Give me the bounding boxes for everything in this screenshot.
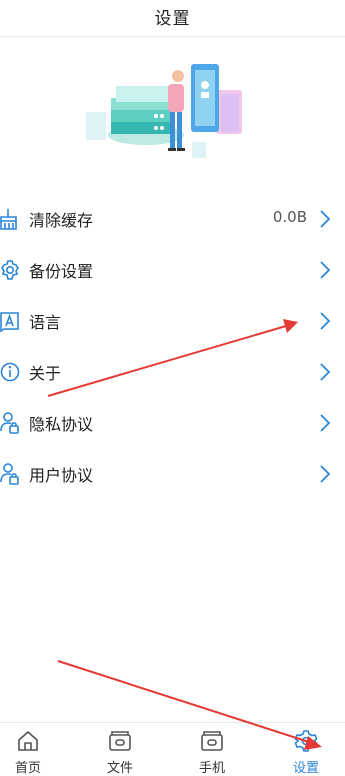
- menu-item-privacy-policy[interactable]: 隐私协议: [0, 398, 345, 449]
- tab-files[interactable]: 文件: [85, 723, 155, 776]
- cache-size-value: 0.0B: [272, 208, 307, 226]
- chevron-right-icon: [320, 261, 331, 279]
- menu-item-label: 备份设置: [29, 262, 94, 281]
- menu-item-label: 语言: [29, 313, 62, 332]
- tab-label: 首页: [14, 761, 41, 776]
- gear-icon: [1, 260, 19, 280]
- chevron-right-icon: [320, 210, 331, 228]
- tab-label: 文件: [106, 761, 133, 776]
- menu-item-about[interactable]: 关于: [0, 347, 345, 398]
- settings-menu: 清除缓存 0.0B 备份设置 语言 关于 隐私协议 用户协议: [0, 194, 345, 500]
- chevron-right-icon: [320, 312, 331, 330]
- menu-item-user-agreement[interactable]: 用户协议: [0, 449, 345, 500]
- chevron-right-icon: [320, 363, 331, 381]
- menu-item-backup-settings[interactable]: 备份设置: [0, 245, 345, 296]
- bottom-tab-bar: 首页 文件 手机 设置: [0, 722, 345, 776]
- chevron-right-icon: [320, 414, 331, 432]
- page-title: 设置: [154, 9, 191, 29]
- folder-icon: [109, 731, 131, 751]
- user-lock-icon: [0, 463, 19, 485]
- info-icon: [0, 362, 20, 382]
- tab-phone[interactable]: 手机: [177, 723, 247, 776]
- broom-icon: [0, 209, 17, 230]
- menu-item-label: 用户协议: [29, 466, 94, 485]
- gear-icon: [294, 730, 318, 752]
- tab-label: 设置: [292, 761, 319, 776]
- tab-label: 手机: [198, 761, 225, 776]
- home-icon: [18, 731, 38, 751]
- menu-item-label: 隐私协议: [29, 415, 94, 434]
- menu-item-label: 关于: [29, 364, 62, 383]
- header-bar: 设置: [0, 0, 345, 37]
- menu-item-label: 清除缓存: [29, 211, 94, 230]
- phone-transfer-icon: [201, 731, 223, 751]
- user-lock-icon: [0, 412, 19, 434]
- menu-item-language[interactable]: 语言: [0, 296, 345, 347]
- language-icon: [0, 312, 19, 333]
- tab-settings[interactable]: 设置: [271, 723, 341, 776]
- settings-illustration: [86, 64, 242, 158]
- tab-home[interactable]: 首页: [0, 723, 63, 776]
- menu-item-clear-cache[interactable]: 清除缓存 0.0B: [0, 194, 345, 245]
- chevron-right-icon: [320, 465, 331, 483]
